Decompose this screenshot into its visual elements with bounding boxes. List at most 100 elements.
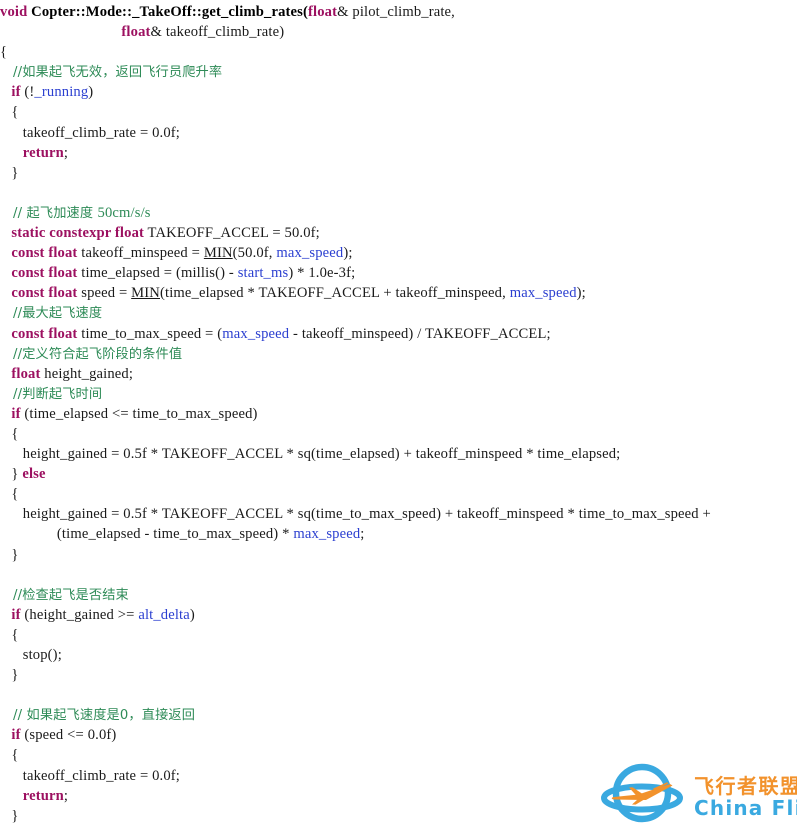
code-line: { [0, 42, 797, 62]
code-token-kw: if [11, 405, 21, 422]
code-token-plain: ); [343, 245, 353, 262]
code-line: if (height_gained >= alt_delta) [0, 605, 797, 625]
code-token-plain: height_gained = 0.5f * TAKEOFF_ACCEL * s… [0, 446, 621, 463]
code-token-var: start_ms [237, 265, 289, 282]
code-token-kw: void [0, 4, 32, 20]
code-token-plain: & pilot_climb_rate, [337, 4, 455, 20]
code-line: void Copter::Mode::_TakeOff::get_climb_r… [0, 2, 797, 22]
code-token-plain: height_gained; [40, 365, 134, 382]
code-token-var: max_speed [293, 526, 361, 543]
code-token-cmt-cn: //如果起飞无效，返回飞行员爬升率 [0, 65, 223, 81]
code-line: // 如果起飞速度是0，直接返回 [0, 705, 797, 725]
code-token-plain: } [0, 667, 19, 684]
code-token-macro: MIN [131, 285, 160, 302]
watermark-title-en: China Flier [694, 796, 797, 820]
code-token-kw: else [22, 466, 46, 483]
watermark-title-cn: 飞行者联盟 [694, 774, 797, 798]
code-token-plain: { [0, 44, 8, 61]
code-token-macro: MIN [203, 245, 233, 262]
code-line: height_gained = 0.5f * TAKEOFF_ACCEL * s… [0, 504, 797, 524]
code-token-cmt-cn: // 起飞加速度 [0, 205, 98, 221]
code-token-cmt-cn: // 如果起飞速度是0，直接返回 [0, 708, 196, 724]
code-line: const float speed = MIN(time_elapsed * T… [0, 283, 797, 303]
code-line: } [0, 545, 797, 565]
code-line: //判断起飞时间 [0, 384, 797, 404]
code-token-plain: } [0, 807, 19, 824]
code-line: static constexpr float TAKEOFF_ACCEL = 5… [0, 223, 797, 243]
code-token-plain: } [0, 466, 23, 483]
code-token-plain: (height_gained >= [20, 606, 139, 623]
code-line: const float time_elapsed = (millis() - s… [0, 263, 797, 283]
china-flier-watermark: 飞行者联盟 China Flier [598, 757, 797, 832]
code-token-plain: ) [189, 606, 195, 623]
code-token-plain: ; [63, 787, 69, 804]
code-line: //如果起飞无效，返回飞行员爬升率 [0, 62, 797, 82]
code-token-var: max_speed [509, 285, 577, 302]
code-line: height_gained = 0.5f * TAKEOFF_ACCEL * s… [0, 444, 797, 464]
code-token-var: max_speed [276, 245, 344, 262]
code-token-var: max_speed [222, 325, 290, 342]
code-line: float& takeoff_climb_rate) [0, 22, 797, 42]
code-token-kw: float [307, 4, 338, 20]
code-token-plain: { [0, 626, 19, 643]
code-line: } [0, 665, 797, 685]
code-token-plain: (50.0f, [232, 245, 277, 262]
code-token-kw: float [11, 365, 41, 382]
code-token-plain: { [0, 747, 19, 764]
code-line: //定义符合起飞阶段的条件值 [0, 344, 797, 364]
code-token-kw: return [22, 144, 64, 161]
code-token-plain: (! [20, 84, 35, 101]
code-token-plain: takeoff_climb_rate = 0.0f; [0, 767, 181, 784]
code-line: if (!_running) [0, 82, 797, 102]
code-token-plain: & takeoff_climb_rate) [150, 24, 285, 41]
code-token-plain: { [0, 425, 19, 442]
code-token-plain: - takeoff_minspeed) / TAKEOFF_ACCEL; [289, 325, 551, 342]
code-token-plain: ; [360, 526, 365, 543]
code-token-kw: static constexpr float [11, 225, 145, 242]
code-token-plain: speed = [77, 285, 132, 302]
code-line: const float takeoff_minspeed = MIN(50.0f… [0, 243, 797, 263]
code-line: if (time_elapsed <= time_to_max_speed) [0, 404, 797, 424]
code-token-var: _running [34, 84, 89, 101]
code-token-plain: (time_elapsed <= time_to_max_speed) [20, 405, 258, 422]
code-token-kw: if [11, 606, 21, 623]
code-line: { [0, 424, 797, 444]
code-line: { [0, 484, 797, 504]
code-line: float height_gained; [0, 364, 797, 384]
code-token-plain: TAKEOFF_ACCEL = 50.0f; [144, 225, 320, 242]
code-token-plain: } [0, 164, 19, 181]
code-line: { [0, 102, 797, 122]
code-token-cmt-cn: //定义符合起飞阶段的条件值 [0, 346, 183, 362]
code-token-kw: return [22, 787, 64, 804]
code-token-kw: const float [11, 265, 78, 282]
code-token-plain: ; [63, 144, 69, 161]
code-token-kw: float [121, 24, 151, 41]
code-token-kw: const float [11, 325, 78, 342]
code-token-plain: ) [88, 84, 94, 101]
code-token-plain: { [0, 486, 19, 503]
code-line: return; [0, 143, 797, 163]
code-token-plain: time_to_max_speed = ( [77, 325, 223, 342]
code-line: takeoff_climb_rate = 0.0f; [0, 123, 797, 143]
code-token-plain: (speed <= 0.0f) [20, 727, 117, 744]
code-line: if (speed <= 0.0f) [0, 725, 797, 745]
code-line: } [0, 163, 797, 183]
globe-icon [601, 763, 683, 823]
code-line: const float time_to_max_speed = (max_spe… [0, 324, 797, 344]
code-token-cmt-cn: //检查起飞是否结束 [0, 587, 129, 603]
code-token-plain: time_elapsed = (millis() - [77, 265, 238, 282]
code-token-fn: Copter::Mode::_TakeOff::get_climb_rates( [31, 4, 308, 20]
code-token-cmt-cn: //判断起飞时间 [0, 386, 103, 402]
